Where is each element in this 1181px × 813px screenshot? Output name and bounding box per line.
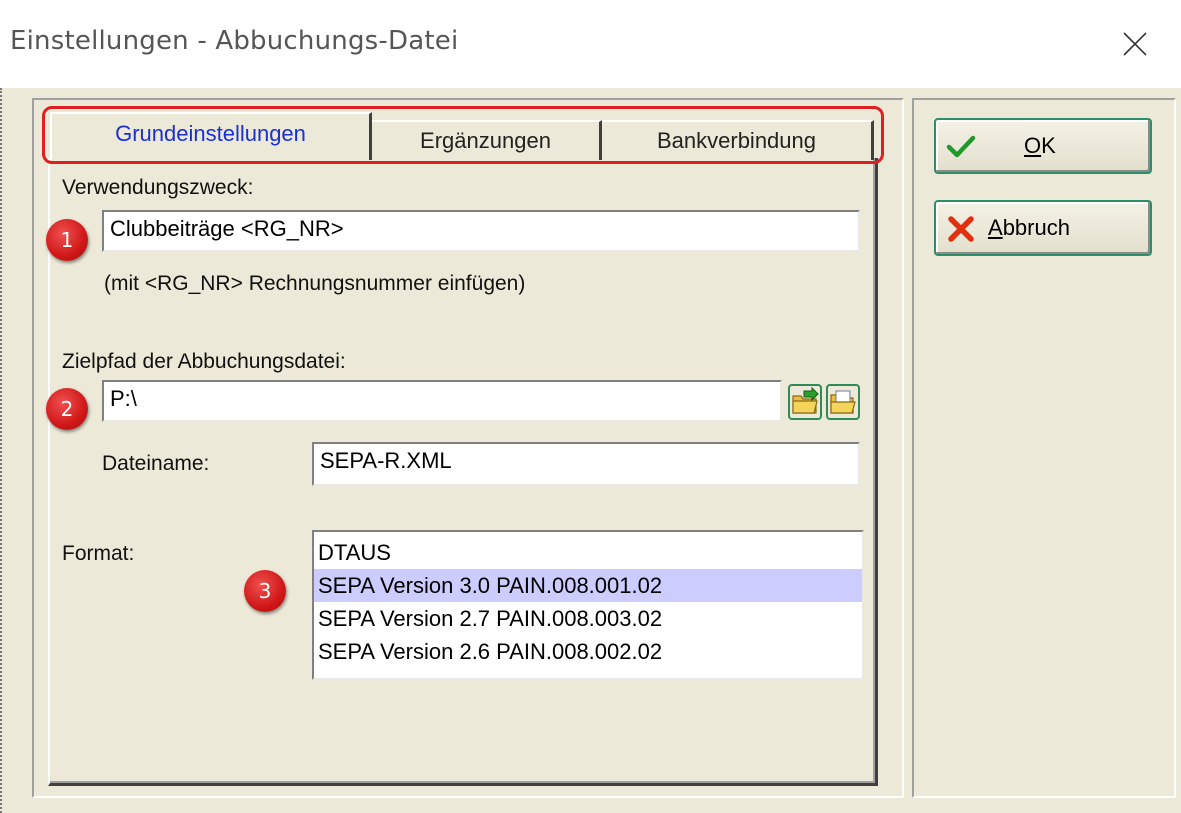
tab-label: Grundeinstellungen [115,121,306,146]
format-option[interactable]: SEPA Version 2.7 PAIN.008.003.02 [314,602,862,635]
tab-grundeinstellungen[interactable]: Grundeinstellungen [50,112,372,160]
title-bar: Einstellungen - Abbuchungs-Datei [0,0,1181,88]
format-option[interactable]: DTAUS [314,536,862,569]
settings-dialog: Einstellungen - Abbuchungs-Datei Grundei… [0,0,1181,813]
path-input[interactable]: P:\ [102,380,782,422]
annotation-badge-2: 2 [46,388,88,430]
checkmark-icon [946,135,976,158]
browse-folder-button[interactable] [788,384,822,420]
cancel-label: Abbruch [988,215,1070,240]
ok-button[interactable]: OK [934,118,1152,174]
annotation-badge-1: 1 [46,219,88,261]
dialog-body: Grundeinstellungen Ergänzungen Bankverbi… [8,88,1181,813]
close-button[interactable] [1089,0,1181,88]
ok-label: OK [1024,133,1056,158]
tab-bankverbindung[interactable]: Bankverbindung [602,120,874,160]
cancel-button[interactable]: Abbruch [934,200,1152,256]
tab-label: Bankverbindung [656,128,816,153]
folder-open-icon [830,390,856,414]
format-option-selected[interactable]: SEPA Version 3.0 PAIN.008.001.02 [314,569,862,602]
format-label: Format: [62,542,135,565]
format-listbox[interactable]: DTAUS SEPA Version 3.0 PAIN.008.001.02 S… [312,530,864,680]
purpose-hint: (mit <RG_NR> Rechnungsnummer einfügen) [104,272,526,295]
filename-label: Dateiname: [102,452,210,475]
format-option[interactable]: SEPA Version 2.6 PAIN.008.002.02 [314,635,862,668]
open-folder-button[interactable] [826,384,860,420]
purpose-label: Verwendungszweck: [62,176,254,199]
purpose-input[interactable]: Clubbeiträge <RG_NR> [102,210,860,252]
tab-ergaenzungen[interactable]: Ergänzungen [372,120,602,160]
path-label: Zielpfad der Abbuchungsdatei: [62,350,346,373]
filename-input[interactable]: SEPA-R.XML [312,442,860,486]
close-icon [1123,32,1147,56]
tab-label: Ergänzungen [420,128,551,153]
annotation-badge-3: 3 [244,570,286,612]
x-cross-icon [948,216,974,242]
window-title: Einstellungen - Abbuchungs-Datei [10,26,459,56]
folder-arrow-icon [792,386,819,414]
